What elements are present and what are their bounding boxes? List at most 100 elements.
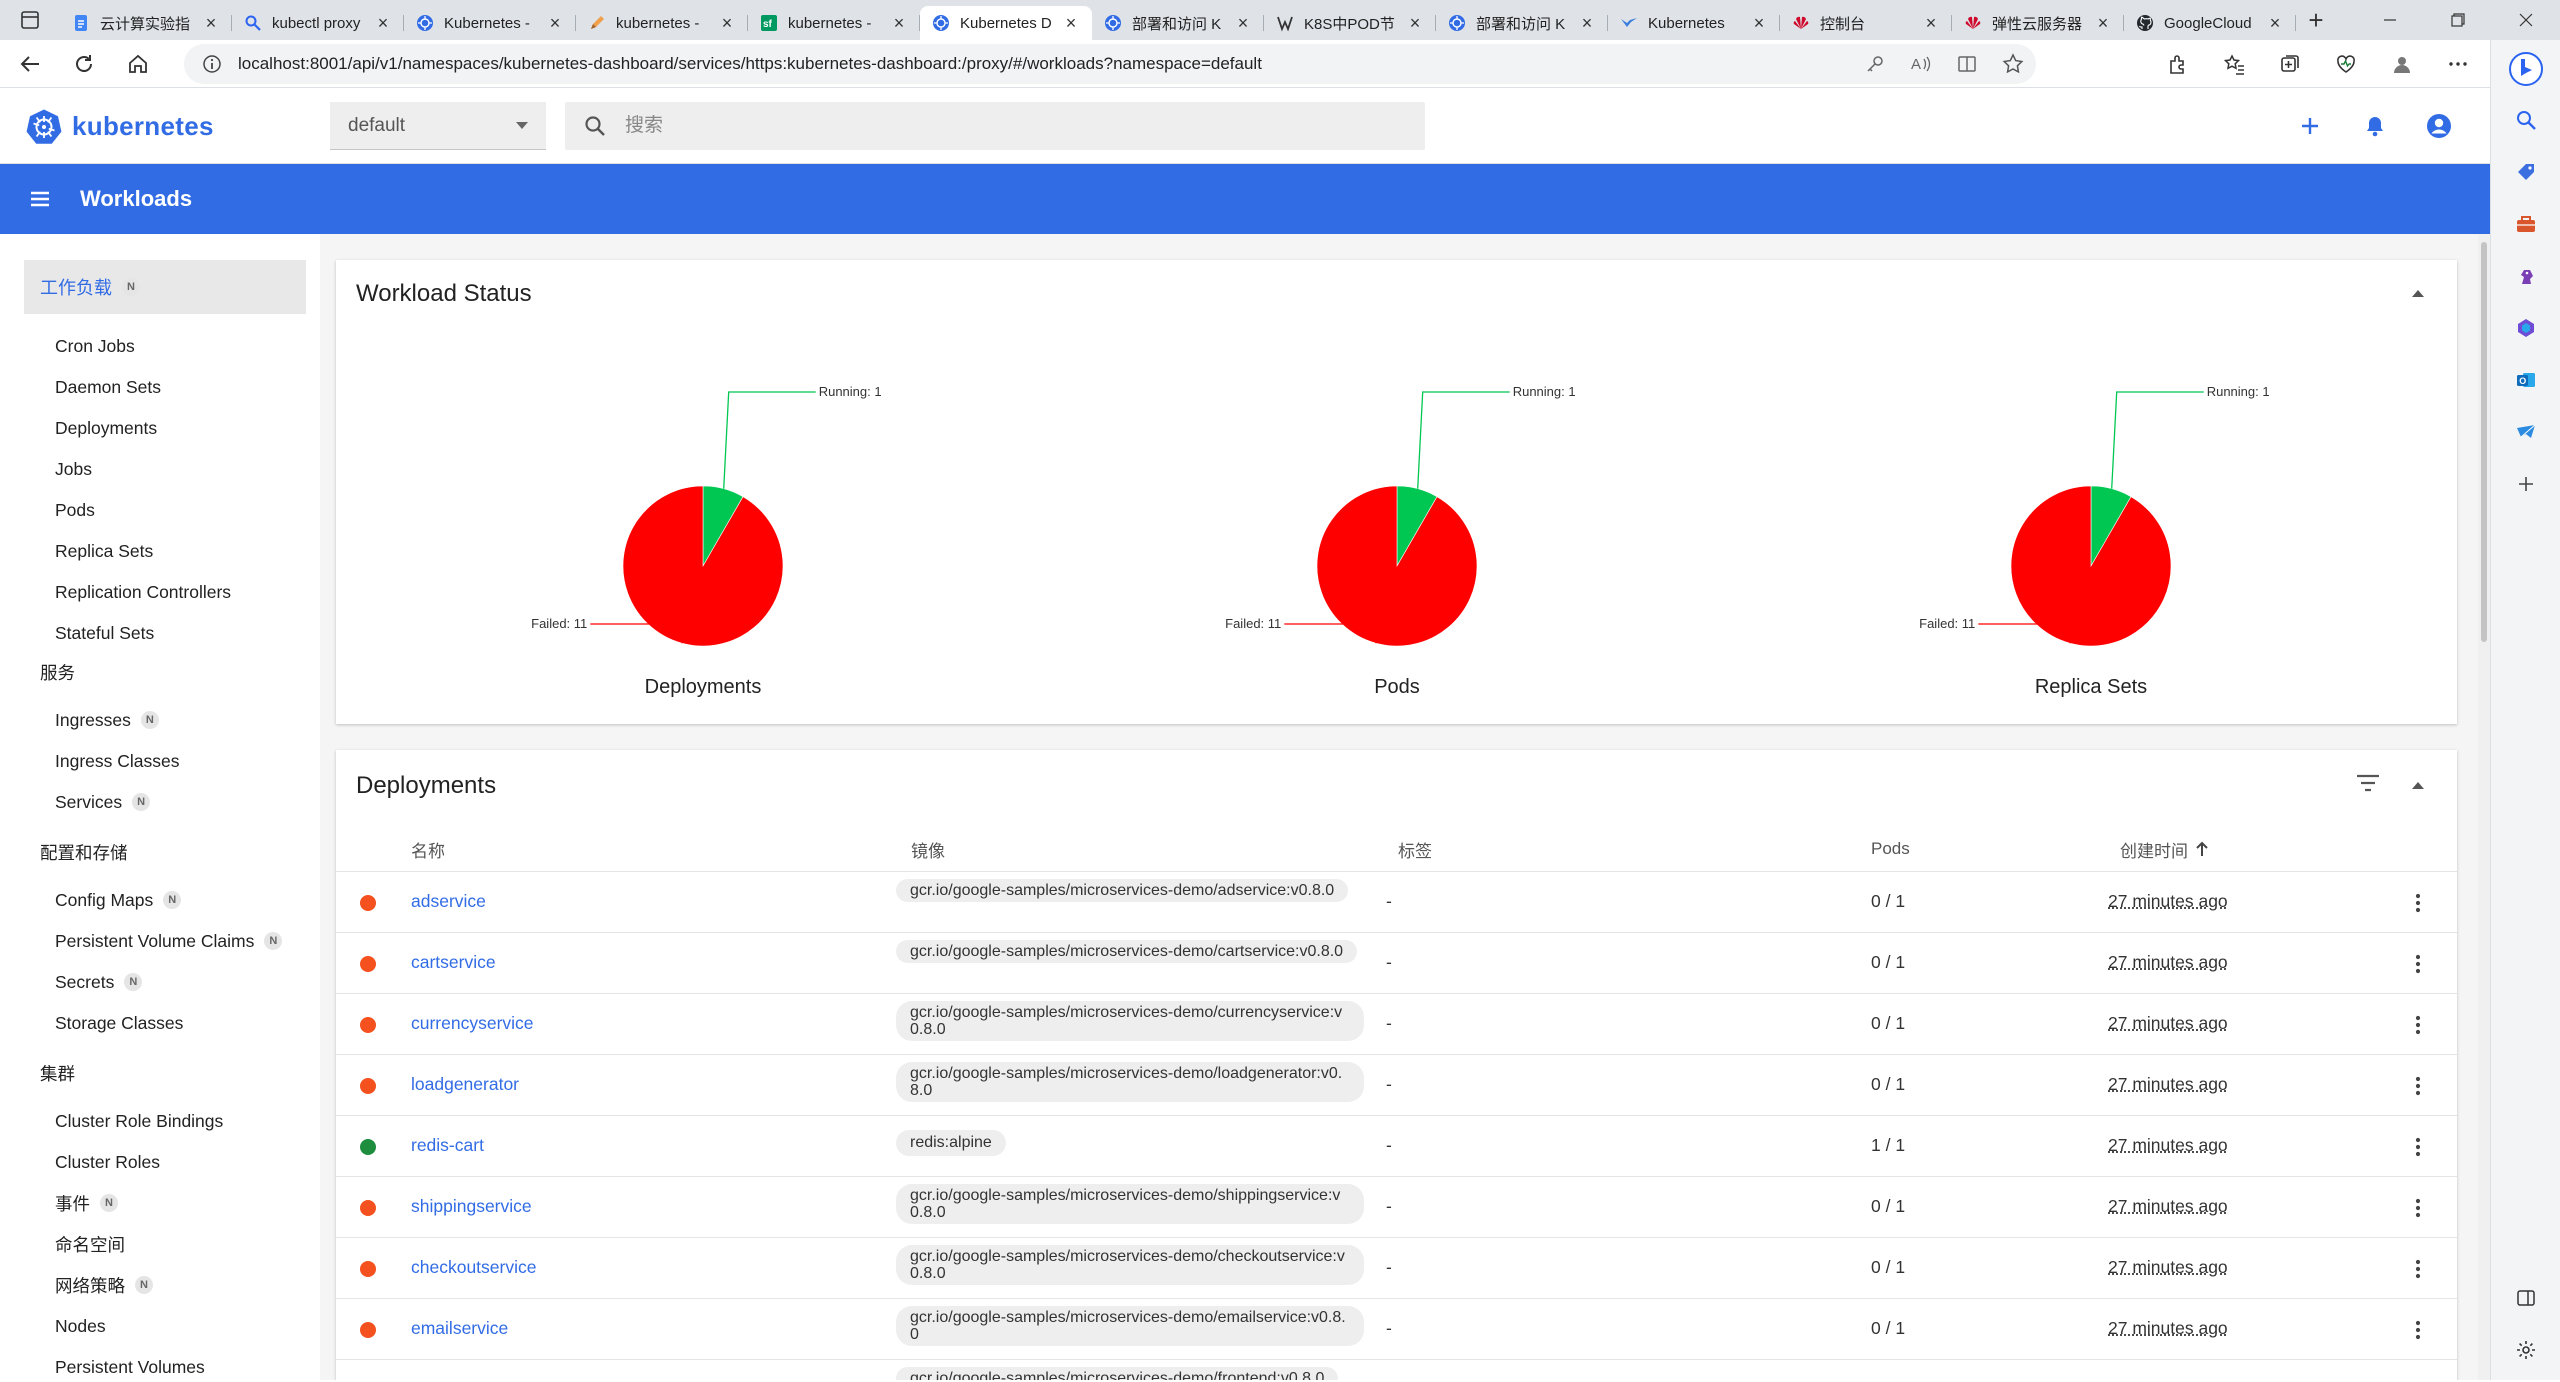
bing-chat-icon[interactable]	[2491, 44, 2560, 94]
pie-slice-failed[interactable]	[1316, 485, 1478, 647]
menu-toggle-button[interactable]	[0, 187, 80, 211]
row-actions-button[interactable]	[2404, 1255, 2432, 1283]
profile-icon[interactable]	[2374, 53, 2430, 75]
deployment-name-link[interactable]: currencyservice	[411, 1013, 534, 1034]
url-text[interactable]: localhost:8001/api/v1/namespaces/kuberne…	[238, 54, 1852, 74]
create-resource-button[interactable]	[2290, 106, 2330, 146]
sidebar-item-网络策略[interactable]: 网络策略 N	[55, 1270, 153, 1300]
close-tab-button[interactable]: ×	[718, 13, 736, 34]
collapse-card-button[interactable]	[2412, 782, 2424, 789]
browser-tab[interactable]: 控制台 ×	[1780, 6, 1952, 40]
deployment-name-link[interactable]: shippingservice	[411, 1196, 532, 1217]
more-options-icon[interactable]	[2430, 53, 2486, 75]
browser-tab[interactable]: kubernetes - ×	[576, 6, 748, 40]
sidebar-item-workloads[interactable]: 工作负载 N	[24, 260, 306, 314]
created-age[interactable]: 27 minutes ago	[2108, 952, 2228, 973]
row-actions-button[interactable]	[2404, 1072, 2432, 1100]
deployment-name-link[interactable]: checkoutservice	[411, 1257, 536, 1278]
browser-tab[interactable]: 云计算实验指 ×	[60, 6, 232, 40]
table-row[interactable]: redis-cart redis:alpine - 1 / 1 27 minutes a…	[336, 1115, 2457, 1176]
row-actions-button[interactable]	[2404, 1011, 2432, 1039]
row-actions-button[interactable]	[2404, 1194, 2432, 1222]
namespace-selector[interactable]: default	[330, 102, 546, 150]
back-button[interactable]	[6, 40, 54, 88]
kubernetes-logo[interactable]: kubernetes	[26, 108, 214, 144]
sidebar-item-ingresses[interactable]: Ingresses N	[55, 705, 159, 735]
created-age[interactable]: 27 minutes ago	[2108, 1196, 2228, 1217]
sidebar-item-deployments[interactable]: Deployments	[55, 413, 157, 443]
sidebar-item-daemon-sets[interactable]: Daemon Sets	[55, 372, 161, 402]
sidebar-item-replica-sets[interactable]: Replica Sets	[55, 536, 153, 566]
filter-button[interactable]	[2356, 774, 2384, 798]
sidebar-item-storage-classes[interactable]: Storage Classes	[55, 1008, 183, 1038]
row-actions-button[interactable]	[2404, 1133, 2432, 1161]
table-row[interactable]: frontendgcr.io/google-samples/microservi…	[336, 1359, 2457, 1380]
games-icon[interactable]	[2491, 250, 2560, 302]
column-header-created[interactable]: 创建时间	[2120, 835, 2210, 863]
address-bar[interactable]: localhost:8001/api/v1/namespaces/kuberne…	[184, 44, 2036, 84]
row-actions-button[interactable]	[2404, 1316, 2432, 1344]
deployment-name-link[interactable]: emailservice	[411, 1318, 508, 1339]
key-icon[interactable]	[1852, 54, 1898, 74]
reload-button[interactable]	[60, 40, 108, 88]
close-tab-button[interactable]: ×	[1406, 13, 1424, 34]
favorites-icon[interactable]	[2206, 53, 2262, 75]
browser-tab[interactable]: 部署和访问 K ×	[1436, 6, 1608, 40]
created-age[interactable]: 27 minutes ago	[2108, 1013, 2228, 1034]
extensions-icon[interactable]	[2150, 53, 2206, 75]
column-header-name[interactable]: 名称	[411, 835, 445, 863]
created-age[interactable]: 27 minutes ago	[2108, 1074, 2228, 1095]
browser-tab[interactable]: Kubernetes ×	[1608, 6, 1780, 40]
read-aloud-icon[interactable]: A	[1898, 54, 1944, 74]
collapse-card-button[interactable]	[2412, 290, 2424, 297]
search-icon[interactable]	[2491, 94, 2560, 146]
sidebar-item-jobs[interactable]: Jobs	[55, 454, 92, 484]
drop-icon[interactable]	[2491, 406, 2560, 458]
page-scrollbar[interactable]	[2478, 234, 2490, 1380]
close-tab-button[interactable]: ×	[1234, 13, 1252, 34]
table-row[interactable]: emailservice gcr.io/google-samples/micros…	[336, 1298, 2457, 1359]
pie-slice-failed[interactable]	[2010, 485, 2172, 647]
settings-gear-icon[interactable]	[2491, 1324, 2560, 1376]
browser-tab[interactable]: kubectl proxy ×	[232, 6, 404, 40]
browser-tab[interactable]: 弹性云服务器 ×	[1952, 6, 2124, 40]
table-row[interactable]: shippingservice gcr.io/google-samples/mic…	[336, 1176, 2457, 1237]
browser-tab[interactable]: sf kubernetes - ×	[748, 6, 920, 40]
deployment-name-link[interactable]: cartservice	[411, 952, 496, 973]
sidebar-item-cluster-role-bindings[interactable]: Cluster Role Bindings	[55, 1106, 223, 1136]
sidebar-item-pods[interactable]: Pods	[55, 495, 95, 525]
collections-icon[interactable]	[2262, 53, 2318, 75]
browser-tab[interactable]: K8S中POD节 ×	[1264, 6, 1436, 40]
sidebar-item-persistent-volumes[interactable]: Persistent Volumes	[55, 1352, 205, 1382]
sidebar-item-persistent-volume-claims[interactable]: Persistent Volume Claims N	[55, 926, 283, 956]
sidebar-item-cluster-roles[interactable]: Cluster Roles	[55, 1147, 160, 1177]
minimize-button[interactable]	[2356, 0, 2424, 40]
close-tab-button[interactable]: ×	[2094, 13, 2112, 34]
browser-tab[interactable]: Kubernetes - ×	[404, 6, 576, 40]
row-actions-button[interactable]	[2404, 950, 2432, 978]
deployment-name-link[interactable]: loadgenerator	[411, 1074, 519, 1095]
close-tab-button[interactable]: ×	[1750, 13, 1768, 34]
close-tab-button[interactable]: ×	[374, 13, 392, 34]
close-tab-button[interactable]: ×	[546, 13, 564, 34]
outlook-icon[interactable]: O	[2491, 354, 2560, 406]
deployment-name-link[interactable]: adservice	[411, 891, 486, 912]
row-actions-button[interactable]	[2404, 889, 2432, 917]
browser-tab[interactable]: Kubernetes D ×	[920, 6, 1092, 40]
close-tab-button[interactable]: ×	[2266, 13, 2284, 34]
sidebar-item-nodes[interactable]: Nodes	[55, 1311, 106, 1341]
close-window-button[interactable]	[2492, 0, 2560, 40]
created-age[interactable]: 27 minutes ago	[2108, 891, 2228, 912]
table-row[interactable]: loadgenerator gcr.io/google-samples/micro…	[336, 1054, 2457, 1115]
microsoft-365-icon[interactable]	[2491, 302, 2560, 354]
sidebar-item-cron-jobs[interactable]: Cron Jobs	[55, 331, 135, 361]
browser-essentials-icon[interactable]	[2318, 53, 2374, 75]
deployment-name-link[interactable]: redis-cart	[411, 1135, 484, 1156]
created-age[interactable]: 27 minutes ago	[2108, 1257, 2228, 1278]
add-sidebar-app-icon[interactable]	[2491, 458, 2560, 510]
table-row[interactable]: adservice gcr.io/google-samples/microserv…	[336, 871, 2457, 932]
search-input[interactable]	[625, 115, 1425, 137]
browser-tab[interactable]: 部署和访问 K ×	[1092, 6, 1264, 40]
close-tab-button[interactable]: ×	[202, 13, 220, 34]
home-button[interactable]	[114, 40, 162, 88]
